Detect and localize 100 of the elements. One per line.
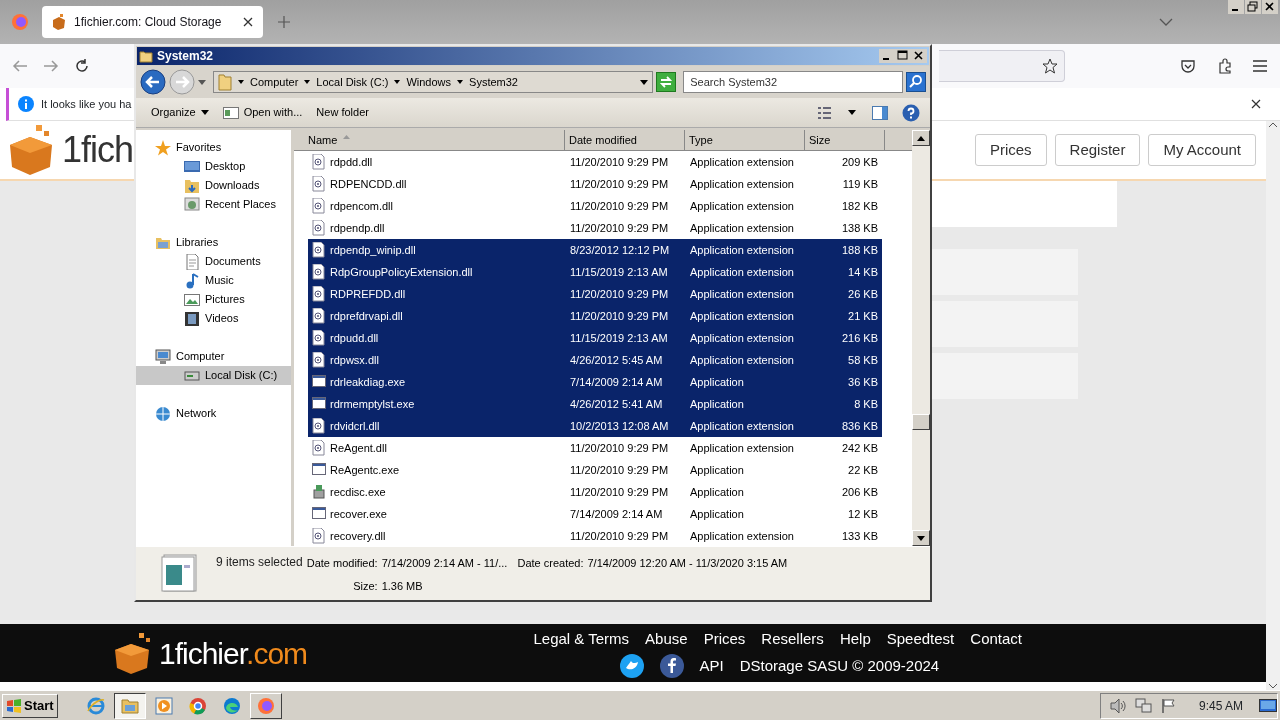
file-row[interactable]: ReAgent.dll 11/20/2010 9:29 PM Application extension 242 KB <box>308 437 882 459</box>
taskbar-button[interactable] <box>113 692 146 719</box>
speaker-icon[interactable] <box>1108 697 1127 714</box>
file-row[interactable]: rdrmemptylst.exe 4/26/2012 5:41 AM Application 8 KB <box>308 393 882 415</box>
scroll-down-icon[interactable] <box>1268 682 1278 690</box>
footer-link[interactable]: Prices <box>703 627 746 651</box>
scroll-up-icon[interactable] <box>1268 121 1278 129</box>
file-row[interactable]: RDPREFDD.dll 11/20/2010 9:29 PM Application extension 26 KB <box>308 283 882 305</box>
nav-item[interactable]: Documents <box>136 252 291 271</box>
minimize-icon[interactable] <box>879 49 895 63</box>
scrollbar[interactable] <box>1266 121 1280 690</box>
clock[interactable]: 9:45 AM <box>1198 696 1243 715</box>
footer-link[interactable]: Legal & Terms <box>533 627 630 651</box>
header-button[interactable]: Register <box>1054 134 1141 166</box>
column-header[interactable]: Name <box>294 130 565 150</box>
column-header[interactable]: Size <box>805 130 885 150</box>
caret-icon[interactable] <box>238 80 244 84</box>
file-row[interactable]: rdpdd.dll 11/20/2010 9:29 PM Application extension 209 KB <box>308 151 882 173</box>
nav-item[interactable]: Pictures <box>136 290 291 309</box>
file-row[interactable]: recdisc.exe 11/20/2010 9:29 PM Application 206 KB <box>308 481 882 503</box>
desktop-icon[interactable] <box>1259 697 1277 714</box>
scroll-down-icon[interactable] <box>917 535 925 541</box>
help-icon[interactable] <box>902 103 920 122</box>
column-header[interactable]: Type <box>685 130 805 150</box>
footer-link[interactable]: Speedtest <box>886 627 955 651</box>
menu-icon[interactable] <box>1252 59 1268 73</box>
file-row[interactable]: RdpGroupPolicyExtension.dll 11/15/2019 2:13 AM Application extension 14 KB <box>308 261 882 283</box>
nav-item[interactable]: Computer <box>136 347 291 366</box>
footer-link[interactable]: Abuse <box>645 627 688 651</box>
caret-icon[interactable] <box>457 80 464 84</box>
nav-item[interactable]: Favorites <box>136 138 291 157</box>
nav-item[interactable]: Recent Places <box>136 195 291 214</box>
network-icon[interactable] <box>1134 697 1153 714</box>
header-button[interactable]: Prices <box>974 134 1047 166</box>
breadcrumb-item[interactable]: Windows <box>406 73 452 91</box>
puzzle-icon[interactable] <box>1217 58 1233 74</box>
restore-icon[interactable] <box>1245 0 1261 14</box>
back-icon[interactable] <box>140 69 166 95</box>
file-row[interactable]: rdpudd.dll 11/15/2019 2:13 AM Application extension 216 KB <box>308 327 882 349</box>
breadcrumb-item[interactable]: Local Disk (C:) <box>316 73 389 91</box>
nav-item[interactable]: Videos <box>136 309 291 328</box>
browser-tab[interactable]: 1fichier.com: Cloud Storage <box>42 6 263 38</box>
toolbar-button[interactable]: Open with... <box>217 102 308 123</box>
file-row[interactable]: rdprefdrvapi.dll 11/20/2010 9:29 PM Application extension 21 KB <box>308 305 882 327</box>
footer-link[interactable]: API <box>699 655 724 678</box>
chevron-icon[interactable] <box>1159 18 1173 26</box>
site-logo[interactable]: 1fich <box>62 123 134 177</box>
minimize-icon[interactable] <box>1228 0 1244 14</box>
file-row[interactable]: rdpencom.dll 11/20/2010 9:29 PM Application extension 182 KB <box>308 195 882 217</box>
f-letter-icon[interactable] <box>659 654 684 679</box>
bird-icon[interactable] <box>619 654 644 679</box>
file-row[interactable]: rdvidcrl.dll 10/2/2013 12:08 AM Application extension 836 KB <box>308 415 882 437</box>
reload-icon[interactable] <box>74 58 90 74</box>
file-row[interactable]: ReAgentc.exe 11/20/2010 9:29 PM Application 22 KB <box>308 459 882 481</box>
breadcrumb-item[interactable]: Computer <box>250 73 299 91</box>
nav-item[interactable]: Libraries <box>136 233 291 252</box>
caret-icon[interactable] <box>640 79 649 85</box>
file-row[interactable]: RDPENCDD.dll 11/20/2010 9:29 PM Application extension 119 KB <box>308 173 882 195</box>
footer-link[interactable]: Resellers <box>761 627 824 651</box>
file-row[interactable]: rdpwsx.dll 4/26/2012 5:45 AM Application extension 58 KB <box>308 349 882 371</box>
close-icon[interactable] <box>911 49 927 63</box>
start-button[interactable]: Start <box>2 693 58 718</box>
caret-icon[interactable] <box>848 110 856 115</box>
file-row[interactable]: rdpendp.dll 11/20/2010 9:29 PM Application extension 138 KB <box>308 217 882 239</box>
toolbar-button[interactable]: Organize <box>146 102 214 123</box>
refresh-icon[interactable] <box>656 72 677 92</box>
file-row[interactable]: rdrleakdiag.exe 7/14/2009 2:14 AM Application 36 KB <box>308 371 882 393</box>
toolbar-button[interactable]: New folder <box>311 102 374 123</box>
search-icon[interactable] <box>906 72 926 92</box>
column-header[interactable]: Date modified <box>565 130 685 150</box>
footer-link[interactable]: Contact <box>970 627 1022 651</box>
star-icon[interactable] <box>1042 58 1058 74</box>
breadcrumb-item[interactable]: System32 <box>469 73 518 91</box>
nav-item[interactable]: Downloads <box>136 176 291 195</box>
nav-item[interactable]: Desktop <box>136 157 291 176</box>
file-row[interactable]: recovery.dll 11/20/2010 9:29 PM Application extension 133 KB <box>308 525 882 546</box>
search-field[interactable]: Search System32 <box>683 71 903 93</box>
forward-icon[interactable] <box>43 59 59 73</box>
close-icon[interactable] <box>243 17 253 27</box>
flag-icon[interactable] <box>1160 697 1177 714</box>
footer-logo[interactable]: 1fichier.com <box>159 630 308 676</box>
header-button[interactable]: My Account <box>1148 134 1256 166</box>
nav-item[interactable]: Music <box>136 271 291 290</box>
nav-item[interactable]: Network <box>136 404 291 423</box>
nav-item[interactable]: Local Disk (C:) <box>136 366 291 385</box>
close-icon[interactable] <box>1262 0 1278 14</box>
close-icon[interactable] <box>1251 99 1261 109</box>
scrollbar[interactable] <box>912 130 930 546</box>
scroll-thumb[interactable] <box>912 414 930 430</box>
preview-pane-icon[interactable] <box>872 105 888 120</box>
file-row[interactable]: rdpendp_winip.dll 8/23/2012 12:12 PM Application extension 188 KB <box>308 239 882 261</box>
scroll-up-icon[interactable] <box>917 135 925 141</box>
maximize-icon[interactable] <box>895 49 911 63</box>
caret-icon[interactable] <box>304 80 311 84</box>
file-size: 216 KB <box>840 330 879 346</box>
footer-link[interactable]: Help <box>839 627 871 651</box>
address-field[interactable]: Computer Local Disk (C:) Windows System32 <box>213 71 654 93</box>
caret-icon[interactable] <box>394 80 401 84</box>
file-row[interactable]: recover.exe 7/14/2009 2:14 AM Application 12 KB <box>308 503 882 525</box>
pocket-icon[interactable] <box>1180 58 1196 74</box>
